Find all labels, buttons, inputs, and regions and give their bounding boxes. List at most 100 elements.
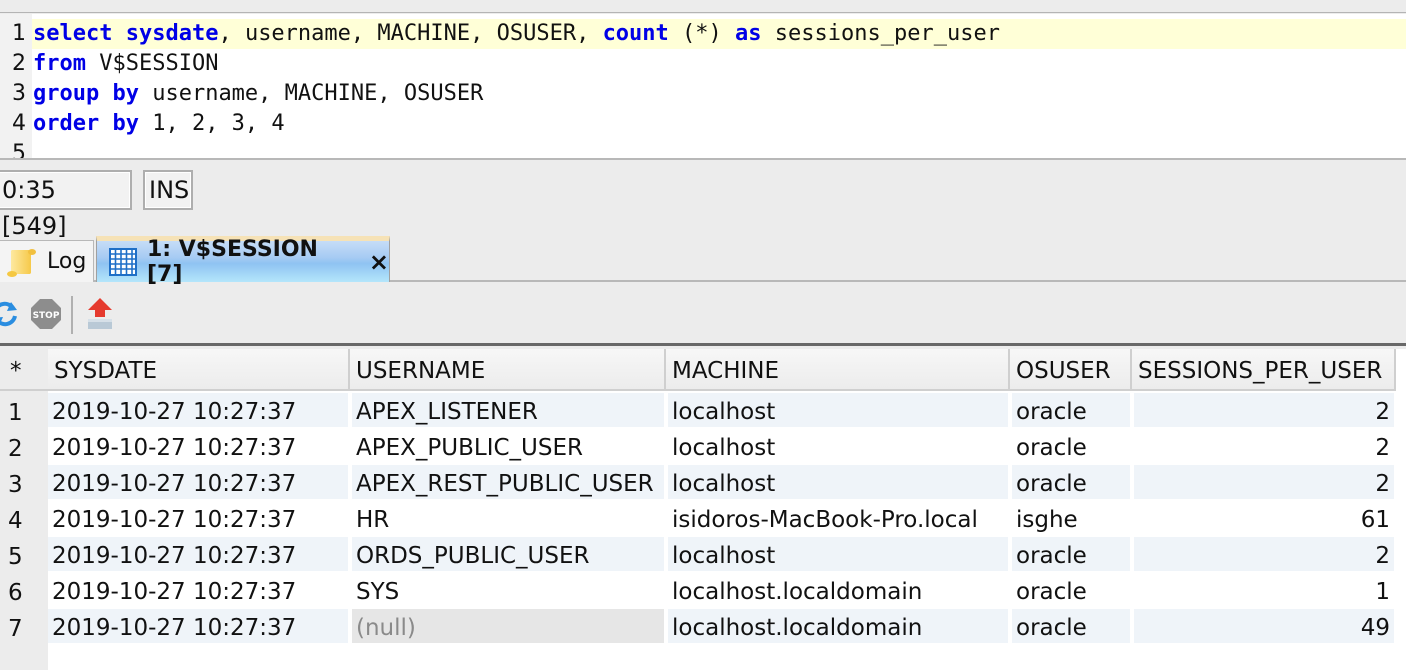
results-toolbar: STOP — [0, 284, 1406, 346]
sql-text: username, MACHINE, OSUSER — [138, 81, 484, 106]
refresh-button[interactable] — [0, 294, 22, 334]
cursor-position: 0:35 [549] — [0, 170, 132, 240]
code-line[interactable]: 1 select sysdate, username, MACHINE, OSUS… — [0, 19, 1406, 49]
grid-table-icon — [109, 247, 137, 276]
cell-machine[interactable]: localhost — [668, 537, 1008, 571]
results-grid[interactable]: * SYSDATE USERNAME MACHINE OSUSER SESSIONS_P… — [0, 349, 1406, 670]
row-number[interactable]: 6 — [0, 573, 48, 609]
row-number[interactable]: 5 — [0, 537, 48, 573]
insert-mode-indicator: INS — [143, 170, 193, 210]
cell-osuser[interactable]: oracle — [1012, 429, 1130, 463]
cell-machine[interactable]: localhost.localdomain — [668, 609, 1008, 643]
cell-osuser[interactable]: oracle — [1012, 393, 1130, 427]
table-row[interactable]: 1 2019-10-27 10:27:37 APEX_LISTENER localho… — [0, 393, 1406, 429]
cell-osuser[interactable]: oracle — [1012, 465, 1130, 499]
column-header-username[interactable]: USERNAME — [350, 349, 666, 391]
cell-sysdate[interactable]: 2019-10-27 10:27:37 — [48, 609, 348, 643]
cell-sysdate[interactable]: 2019-10-27 10:27:37 — [48, 501, 348, 535]
column-header-machine[interactable]: MACHINE — [666, 349, 1010, 391]
line-number: 1 — [12, 21, 26, 46]
refresh-icon — [0, 301, 17, 327]
cell-machine[interactable]: localhost.localdomain — [668, 573, 1008, 607]
log-scroll-icon — [7, 246, 37, 278]
tab-log-label: Log — [47, 249, 87, 274]
export-icon — [88, 298, 112, 329]
cell-osuser[interactable]: oracle — [1012, 609, 1130, 643]
row-number[interactable]: 2 — [0, 429, 48, 465]
table-row[interactable]: 4 2019-10-27 10:27:37 HR isidoros-MacBook-P… — [0, 501, 1406, 537]
cell-username[interactable]: SYS — [352, 573, 664, 607]
table-row[interactable]: 2 2019-10-27 10:27:37 APEX_PUBLIC_USER loca… — [0, 429, 1406, 465]
sql-keyword: select — [33, 21, 113, 46]
cell-sysdate[interactable]: 2019-10-27 10:27:37 — [48, 465, 348, 499]
cell-username[interactable]: (null) — [352, 609, 664, 643]
sql-keyword: count — [602, 21, 669, 46]
cell-machine[interactable]: localhost — [668, 429, 1008, 463]
code-text: from V$SESSION — [32, 49, 1406, 79]
cell-sessions-per-user[interactable]: 61 — [1134, 501, 1394, 535]
cell-machine[interactable]: localhost — [668, 393, 1008, 427]
table-row[interactable]: 6 2019-10-27 10:27:37 SYS localhost.localdo… — [0, 573, 1406, 609]
cell-username[interactable]: APEX_REST_PUBLIC_USER — [352, 465, 664, 499]
table-row[interactable]: 5 2019-10-27 10:27:37 ORDS_PUBLIC_USER loca… — [0, 537, 1406, 573]
cell-osuser[interactable]: oracle — [1012, 573, 1130, 607]
output-tab-bar: Log 1: V$SESSION [7] × — [0, 236, 1406, 287]
sql-editor[interactable]: 1 select sysdate, username, MACHINE, OSUS… — [0, 14, 1406, 160]
row-number[interactable]: 4 — [0, 501, 48, 537]
row-number[interactable]: 7 — [0, 609, 48, 645]
select-all-corner[interactable]: * — [0, 349, 48, 391]
stop-button[interactable]: STOP — [29, 294, 63, 334]
cell-sessions-per-user[interactable]: 49 — [1134, 609, 1394, 643]
cell-username[interactable]: ORDS_PUBLIC_USER — [352, 537, 664, 571]
table-row[interactable]: 3 2019-10-27 10:27:37 APEX_REST_PUBLIC_USE… — [0, 465, 1406, 501]
cell-osuser[interactable]: oracle — [1012, 537, 1130, 571]
sql-keyword: order by — [33, 111, 139, 136]
code-text: order by 1, 2, 3, 4 — [32, 109, 1406, 139]
cell-sessions-per-user[interactable]: 2 — [1134, 465, 1394, 499]
row-number[interactable]: 3 — [0, 465, 48, 501]
code-text: group by username, MACHINE, OSUSER — [32, 79, 1406, 109]
toolbar-separator — [71, 296, 73, 334]
cell-username[interactable]: APEX_PUBLIC_USER — [352, 429, 664, 463]
line-number: 3 — [12, 81, 26, 106]
code-line[interactable]: 5 — [0, 139, 1406, 160]
cell-sessions-per-user[interactable]: 2 — [1134, 429, 1394, 463]
sql-text: V$SESSION — [85, 51, 219, 76]
row-number[interactable]: 1 — [0, 393, 48, 429]
cell-sysdate[interactable]: 2019-10-27 10:27:37 — [48, 429, 348, 463]
sql-keyword: as — [735, 21, 762, 46]
line-number: 5 — [12, 141, 26, 160]
tab-v-session-results[interactable]: 1: V$SESSION [7] × — [96, 236, 390, 287]
cell-machine[interactable]: isidoros-MacBook-Pro.local — [668, 501, 1008, 535]
tab-log[interactable]: Log — [0, 240, 94, 282]
cell-sessions-per-user[interactable]: 1 — [1134, 573, 1394, 607]
editor-status-bar: 0:35 [549] INS — [0, 162, 1406, 240]
cell-sysdate[interactable]: 2019-10-27 10:27:37 — [48, 393, 348, 427]
close-tab-icon[interactable]: × — [369, 248, 389, 276]
sql-keyword: sysdate — [125, 21, 219, 46]
column-header-sessions-per-user[interactable]: SESSIONS_PER_USER — [1132, 349, 1396, 391]
table-row[interactable]: 7 2019-10-27 10:27:37 (null) localhost.loca… — [0, 609, 1406, 645]
export-button[interactable] — [83, 294, 117, 334]
cell-sessions-per-user[interactable]: 2 — [1134, 537, 1394, 571]
cell-sysdate[interactable]: 2019-10-27 10:27:37 — [48, 537, 348, 571]
cell-sessions-per-user[interactable]: 2 — [1134, 393, 1394, 427]
line-number: 2 — [12, 51, 26, 76]
code-line[interactable]: 3 group by username, MACHINE, OSUSER — [0, 79, 1406, 109]
code-line[interactable]: 4 order by 1, 2, 3, 4 — [0, 109, 1406, 139]
cell-osuser[interactable]: isghe — [1012, 501, 1130, 535]
cell-sysdate[interactable]: 2019-10-27 10:27:37 — [48, 573, 348, 607]
stop-icon: STOP — [31, 299, 61, 329]
cell-username[interactable]: APEX_LISTENER — [352, 393, 664, 427]
cell-username[interactable]: HR — [352, 501, 664, 535]
cell-machine[interactable]: localhost — [668, 465, 1008, 499]
sql-keyword: from — [33, 51, 86, 76]
line-number: 4 — [12, 111, 26, 136]
column-header-osuser[interactable]: OSUSER — [1010, 349, 1132, 391]
column-header-sysdate[interactable]: SYSDATE — [48, 349, 350, 391]
top-strip — [0, 0, 1406, 13]
code-line[interactable]: 2 from V$SESSION — [0, 49, 1406, 79]
svg-text:STOP: STOP — [33, 311, 60, 321]
